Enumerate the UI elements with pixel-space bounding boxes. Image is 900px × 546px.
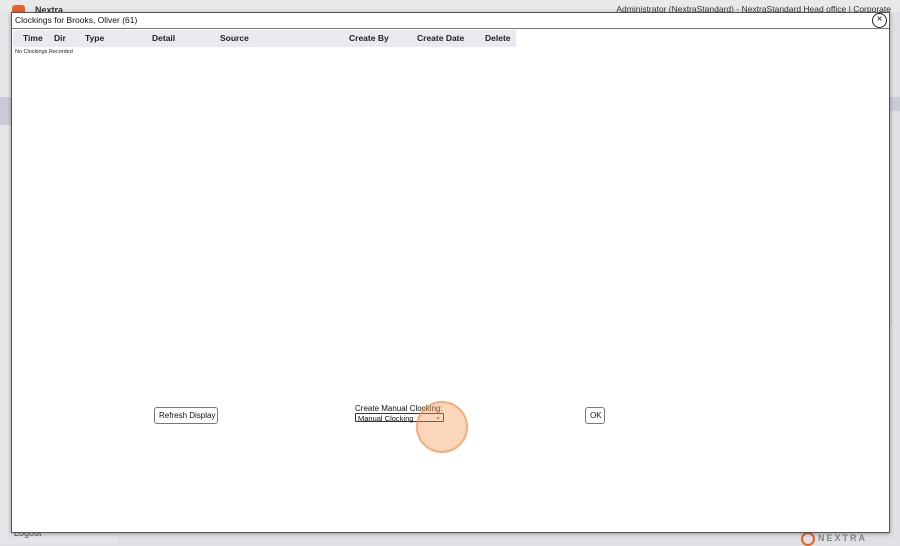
column-header-dir[interactable]: Dir: [54, 33, 66, 43]
empty-table-message: No Clockings Recorded: [15, 49, 73, 55]
ok-button[interactable]: OK: [585, 407, 605, 424]
dialog-title-bar: Clockings for Brooks, Oliver (61): [12, 13, 889, 29]
manual-clocking-selected-value: Manual Clocking: [358, 414, 414, 423]
column-header-create-date[interactable]: Create Date: [417, 33, 464, 43]
background-divider: [891, 110, 892, 325]
clockings-dialog: Clockings for Brooks, Oliver (61) × Time…: [11, 12, 890, 533]
clockings-table-header: Time Dir Type Detail Source Create By Cr…: [13, 30, 516, 47]
column-header-create-by[interactable]: Create By: [349, 33, 389, 43]
close-icon[interactable]: ×: [872, 13, 887, 28]
column-header-delete[interactable]: Delete: [485, 33, 511, 43]
column-header-time[interactable]: Time: [23, 33, 43, 43]
column-header-type[interactable]: Type: [85, 33, 104, 43]
click-highlight-indicator: [416, 401, 468, 453]
refresh-display-button[interactable]: Refresh Display: [154, 407, 218, 424]
column-header-source[interactable]: Source: [220, 33, 249, 43]
footer-brand: NEXTRA: [818, 533, 868, 543]
column-header-detail[interactable]: Detail: [152, 33, 175, 43]
dialog-title: Clockings for Brooks, Oliver (61): [15, 15, 138, 25]
